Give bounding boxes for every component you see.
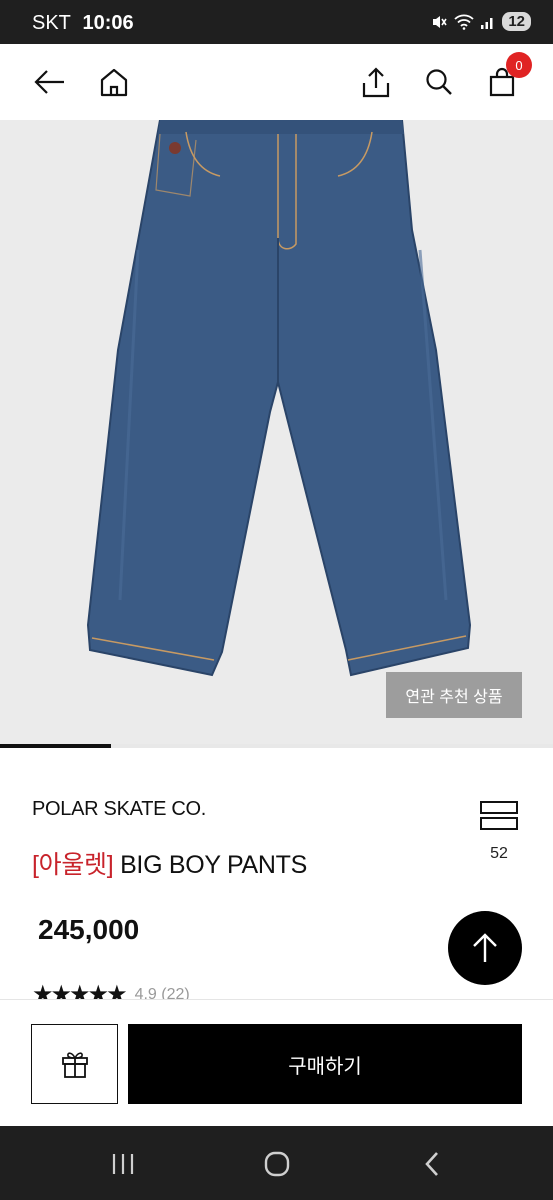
share-icon: [362, 67, 390, 98]
gift-icon: [61, 1052, 88, 1078]
home-system-button[interactable]: [257, 1148, 297, 1180]
cart-count-badge: 0: [506, 52, 532, 78]
search-button[interactable]: [419, 62, 459, 102]
product-price: 245,000: [38, 914, 140, 945]
buy-button[interactable]: 구매하기: [128, 1024, 522, 1104]
product-title: [아울렛] BIG BOY PANTS: [32, 845, 307, 881]
stack-icon: [480, 801, 518, 830]
carrier-label: SKT: [32, 12, 71, 34]
image-progress-fill: [0, 744, 111, 748]
battery-indicator: 12: [502, 12, 531, 31]
cart-button[interactable]: 0: [482, 52, 532, 102]
wifi-icon: [454, 14, 474, 30]
scroll-top-button[interactable]: [448, 911, 522, 985]
back-system-button[interactable]: [412, 1148, 452, 1180]
arrow-up-icon: [473, 933, 497, 962]
signal-icon: [481, 17, 493, 29]
brand-name[interactable]: POLAR SKATE CO.: [32, 798, 206, 821]
wish-count: 52: [490, 845, 508, 862]
wish-button[interactable]: 52: [477, 800, 521, 863]
status-left: SKT 10:06: [32, 12, 134, 35]
top-navigation: 0: [0, 44, 553, 120]
rating-stars: ★★★★★: [32, 982, 128, 1000]
search-icon: [426, 69, 452, 95]
gift-button[interactable]: [31, 1024, 118, 1104]
purchase-bar: 구매하기: [0, 999, 553, 1126]
recent-apps-icon: [112, 1154, 134, 1174]
outlet-tag: [아울렛]: [32, 851, 114, 879]
back-arrow-icon: [34, 70, 64, 94]
chevron-left-icon: [425, 1152, 438, 1176]
related-products-button[interactable]: 연관 추천 상품: [386, 672, 522, 718]
mute-icon: [433, 15, 447, 28]
home-icon: [100, 68, 128, 97]
system-navigation-bar: [0, 1126, 553, 1200]
clock: 10:06: [82, 12, 134, 34]
product-image[interactable]: 연관 추천 상품: [0, 120, 553, 744]
rating-text: 4.9 (22): [134, 986, 190, 1000]
back-button[interactable]: [30, 62, 70, 102]
home-button[interactable]: [94, 62, 134, 102]
status-icons: 12: [430, 12, 531, 31]
image-progress-track: [0, 744, 553, 748]
share-button[interactable]: [356, 62, 396, 102]
home-circle-icon: [264, 1151, 290, 1177]
status-bar: SKT 10:06 12: [0, 0, 553, 44]
rating-row[interactable]: ★★★★★ 4.9 (22): [32, 982, 190, 1000]
recent-apps-button[interactable]: [103, 1148, 143, 1180]
product-name: BIG BOY PANTS: [120, 851, 307, 879]
jeans-illustration: [86, 120, 472, 677]
